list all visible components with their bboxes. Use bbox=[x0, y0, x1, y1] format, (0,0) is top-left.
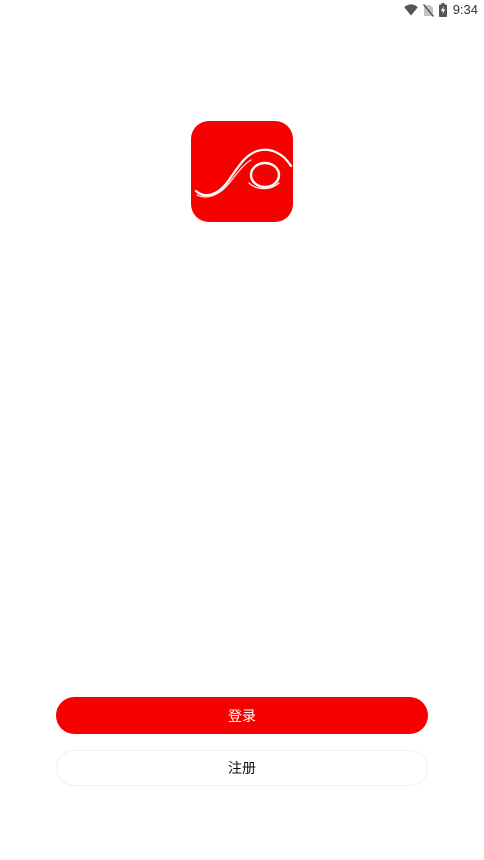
register-button-label: 注册 bbox=[228, 760, 256, 776]
app-logo bbox=[191, 121, 293, 222]
status-bar: 9:34 bbox=[0, 0, 484, 20]
battery-charging-icon bbox=[438, 3, 447, 17]
login-button-label: 登录 bbox=[228, 707, 256, 724]
no-sim-icon bbox=[422, 3, 434, 17]
app-logo-icon bbox=[191, 121, 293, 222]
wifi-icon bbox=[403, 4, 418, 16]
login-button[interactable]: 登录 bbox=[56, 697, 428, 734]
register-button[interactable]: 注册 bbox=[56, 750, 428, 786]
status-icons: 9:34 bbox=[403, 2, 478, 18]
status-time: 9:34 bbox=[452, 2, 478, 17]
